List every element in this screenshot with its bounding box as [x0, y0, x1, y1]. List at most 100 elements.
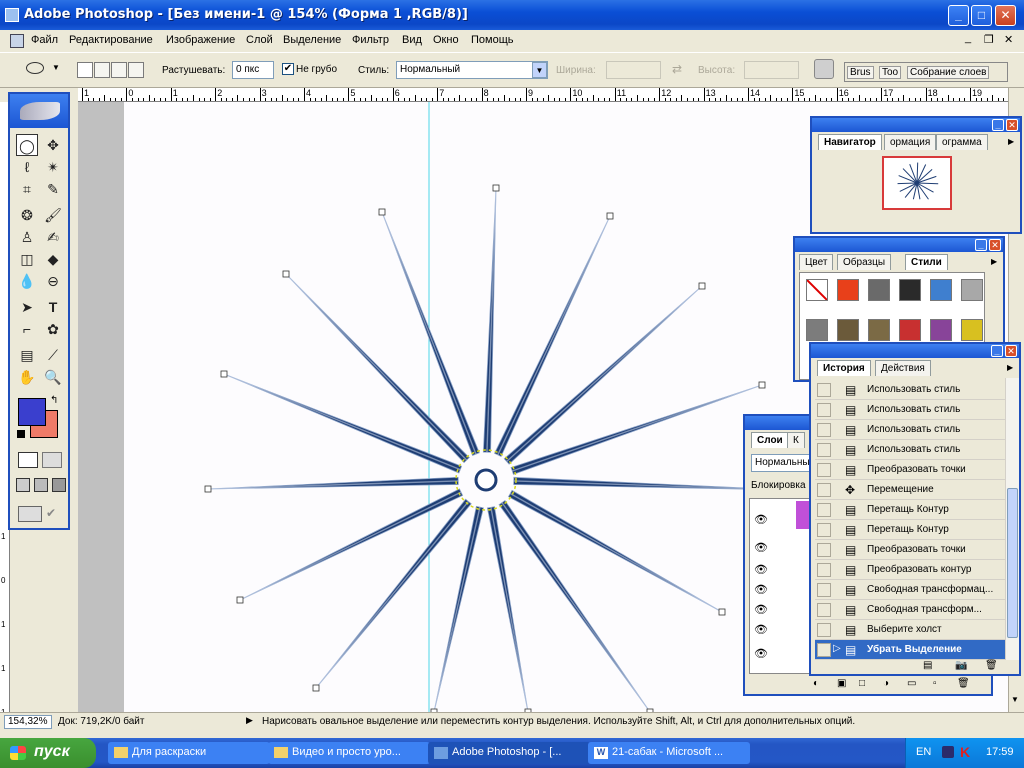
snapshot-icon[interactable]: 📷 [955, 660, 967, 671]
eye-icon[interactable]: 👁 [754, 563, 768, 576]
menu-select[interactable]: Выделение [283, 34, 341, 46]
scroll-down-arrow-icon[interactable]: ▼ [1011, 695, 1019, 704]
well-tab-layer-comps[interactable]: Собрание слоев [907, 66, 990, 79]
eye-icon[interactable]: 👁 [754, 583, 768, 596]
history-scrollbar[interactable] [1005, 378, 1019, 660]
history-snapshot-checkbox[interactable] [817, 543, 831, 557]
chevron-down-icon[interactable]: ▼ [52, 63, 60, 72]
path-selection-tool-icon[interactable]: ➤ [16, 296, 38, 318]
style-swatch[interactable] [961, 279, 983, 301]
history-close-button[interactable]: ✕ [1005, 345, 1017, 357]
history-panel-header[interactable] [811, 344, 1019, 358]
history-item[interactable]: ▤ Убрать Выделение ▷ [815, 640, 1007, 660]
menu-window[interactable]: Окно [433, 34, 459, 46]
tab-color[interactable]: Цвет [799, 254, 834, 270]
new-layer-icon[interactable]: ▫ [933, 678, 937, 689]
history-item[interactable]: ▤ Свободная трансформац... [815, 580, 1007, 600]
history-item[interactable]: ▤ Использовать стиль [815, 420, 1007, 440]
history-minimize-button[interactable]: _ [991, 345, 1003, 357]
history-snapshot-checkbox[interactable] [817, 463, 831, 477]
tray-shield-icon[interactable] [942, 746, 954, 758]
eraser-tool-icon[interactable]: ◫ [16, 248, 38, 270]
tab-history[interactable]: История [817, 360, 871, 376]
default-colors-icon[interactable] [17, 430, 25, 438]
history-item[interactable]: ▤ Преобразовать контур [815, 560, 1007, 580]
style-swatch[interactable] [868, 279, 890, 301]
healing-brush-tool-icon[interactable]: ❂ [16, 204, 38, 226]
link-layers-icon[interactable]: ◐ [813, 678, 819, 689]
elliptical-marquee-tool-icon[interactable]: ◯ [16, 134, 38, 156]
new-selection-icon[interactable] [77, 62, 93, 78]
style-swatch[interactable] [837, 319, 859, 341]
style-swatch[interactable] [899, 279, 921, 301]
history-snapshot-checkbox[interactable] [817, 403, 831, 417]
history-item[interactable]: ▤ Выберите холст [815, 620, 1007, 640]
history-brush-tool-icon[interactable]: ✍ [42, 226, 64, 248]
history-item[interactable]: ✥ Перемещение [815, 480, 1007, 500]
status-arrow-icon[interactable]: ▶ [246, 715, 253, 726]
elliptical-marquee-preset-icon[interactable] [26, 62, 44, 74]
notes-tool-icon[interactable]: ▤ [16, 344, 38, 366]
pen-tool-icon[interactable]: ⌐ [16, 318, 38, 340]
style-swatch[interactable] [930, 279, 952, 301]
tab-info[interactable]: ормация [884, 134, 937, 150]
tab-channels[interactable]: К [787, 432, 805, 448]
tab-layers[interactable]: Слои [751, 432, 789, 448]
tray-antivirus-icon[interactable]: K [960, 744, 970, 760]
minimize-button[interactable]: _ [948, 5, 969, 26]
style-swatch[interactable] [868, 319, 890, 341]
eye-icon[interactable]: 👁 [754, 541, 768, 554]
history-snapshot-checkbox[interactable] [817, 443, 831, 457]
menu-edit[interactable]: Редактирование [69, 34, 153, 46]
tab-styles[interactable]: Стили [905, 254, 948, 270]
history-item[interactable]: ▤ Преобразовать точки [815, 460, 1007, 480]
tab-swatches[interactable]: Образцы [837, 254, 892, 270]
history-item[interactable]: ▤ Преобразовать точки [815, 540, 1007, 560]
history-item[interactable]: ▤ Свободная трансформ... [815, 600, 1007, 620]
history-item[interactable]: ▤ Перетащь Контур [815, 520, 1007, 540]
style-swatch[interactable] [961, 319, 983, 341]
eyedropper-tool-icon[interactable]: ⟋ [42, 344, 64, 366]
subtract-selection-icon[interactable] [111, 62, 127, 78]
taskbar-item-word[interactable]: W 21-сабак - Microsoft ... [588, 742, 750, 764]
file-browser-icon[interactable] [814, 59, 834, 79]
close-button[interactable]: ✕ [995, 5, 1016, 26]
history-snapshot-checkbox[interactable] [817, 563, 831, 577]
navigator-panel-header[interactable] [812, 118, 1020, 132]
zoom-tool-icon[interactable]: 🔍 [42, 366, 64, 388]
clone-stamp-tool-icon[interactable]: ♙ [16, 226, 38, 248]
history-item[interactable]: ▤ Использовать стиль [815, 440, 1007, 460]
tab-navigator[interactable]: Навигатор [818, 134, 882, 150]
style-swatch[interactable] [806, 319, 828, 341]
new-document-from-state-icon[interactable]: ▤ [923, 660, 932, 671]
no-style-swatch[interactable] [806, 279, 828, 301]
standard-screen-mode-icon[interactable] [16, 478, 30, 492]
menu-image[interactable]: Изображение [166, 34, 235, 46]
tab-histogram[interactable]: ограмма [936, 134, 988, 150]
navigator-menu-arrow-icon[interactable]: ▶ [1008, 137, 1014, 146]
history-snapshot-checkbox[interactable] [817, 623, 831, 637]
history-state-slider-icon[interactable]: ▷ [833, 643, 841, 654]
history-item[interactable]: ▤ Использовать стиль [815, 380, 1007, 400]
taskbar-item-video-folder[interactable]: Видео и просто уро... [268, 742, 430, 764]
styles-minimize-button[interactable]: _ [975, 239, 987, 251]
layer-thumbnail[interactable] [796, 501, 810, 529]
menu-help[interactable]: Помощь [471, 34, 514, 46]
navigator-preview[interactable] [882, 156, 952, 210]
add-selection-icon[interactable] [94, 62, 110, 78]
well-tab-tools[interactable]: Too [879, 66, 902, 79]
doc-close-button[interactable]: ✕ [1004, 33, 1013, 46]
history-item[interactable]: ▤ Использовать стиль [815, 400, 1007, 420]
tab-actions[interactable]: Действия [875, 360, 931, 376]
style-select[interactable]: Нормальный [396, 61, 548, 79]
navigator-close-button[interactable]: ✕ [1006, 119, 1018, 131]
antialias-checkbox[interactable]: ✔ [282, 63, 294, 75]
quick-mask-mode-button[interactable] [42, 452, 62, 468]
history-snapshot-checkbox[interactable] [817, 643, 831, 657]
menu-file[interactable]: Файл [31, 34, 58, 46]
feather-input[interactable]: 0 пкс [232, 61, 274, 79]
lasso-tool-icon[interactable]: ℓ [16, 156, 38, 178]
jump-to-imageready-icon[interactable] [18, 506, 42, 522]
eye-icon[interactable]: 👁 [754, 623, 768, 636]
history-snapshot-checkbox[interactable] [817, 603, 831, 617]
